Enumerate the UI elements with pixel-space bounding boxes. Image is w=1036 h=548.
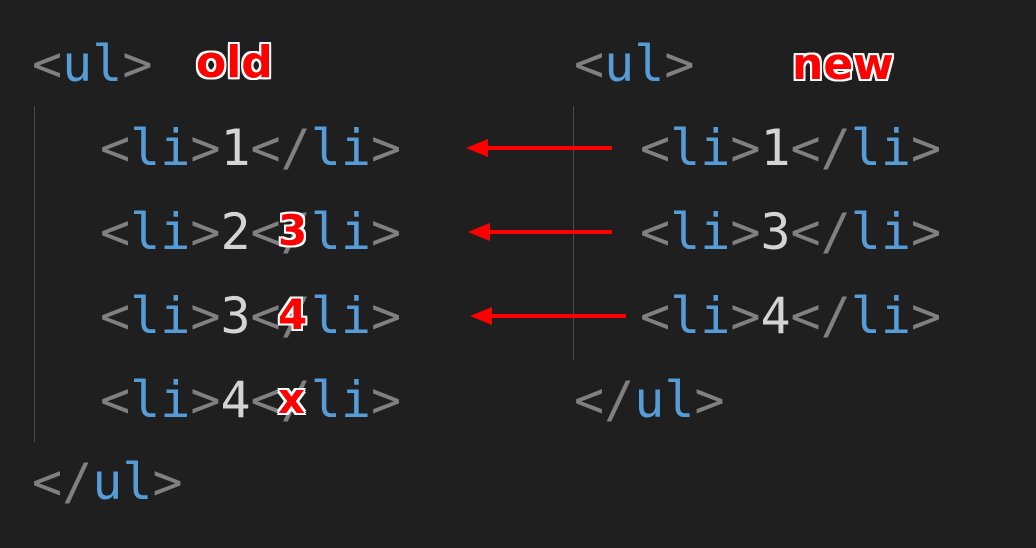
mapping-arrows (466, 139, 626, 325)
arrow-item-4 (470, 307, 626, 325)
arrow-item-3 (468, 223, 612, 241)
arrow-item-1 (466, 139, 612, 157)
